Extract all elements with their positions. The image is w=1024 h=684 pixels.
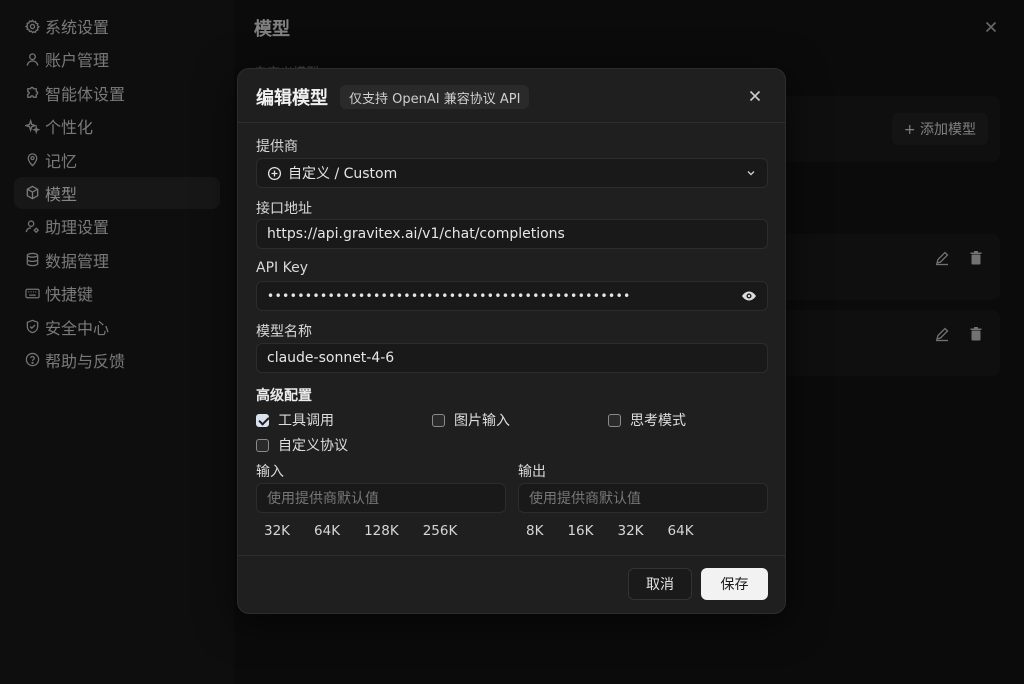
dialog-header: 编辑模型 仅支持 OpenAI 兼容协议 API	[238, 69, 785, 123]
provider-select[interactable]: 自定义 / Custom	[256, 158, 768, 188]
checkbox-label: 图片输入	[454, 413, 510, 429]
input-preset-64k[interactable]: 64K	[307, 521, 347, 541]
output-tokens-label: 输出	[518, 464, 546, 480]
chevron-down-icon	[747, 171, 755, 176]
tool-calling-checkbox[interactable]: 工具调用	[256, 410, 334, 430]
input-tokens-label: 输入	[256, 464, 284, 480]
output-tokens-input[interactable]: 使用提供商默认值	[518, 483, 768, 513]
close-icon[interactable]	[747, 88, 763, 104]
model-name-value: claude-sonnet-4-6	[267, 350, 395, 366]
checkbox-label: 自定义协议	[278, 438, 348, 454]
checkbox-checked[interactable]	[256, 413, 269, 427]
api-key-value: ••••••••••••••••••••••••••••••••••••••••…	[267, 289, 631, 303]
dialog-title: 编辑模型	[256, 88, 328, 109]
image-input-checkbox[interactable]: 图片输入	[432, 410, 510, 430]
endpoint-value: https://api.gravitex.ai/v1/chat/completi…	[267, 226, 565, 242]
checkbox-unchecked[interactable]	[608, 413, 621, 427]
api-key-label: API Key	[256, 260, 308, 276]
checkbox-label: 工具调用	[278, 413, 334, 429]
checkbox-unchecked[interactable]	[256, 438, 269, 452]
eye-icon[interactable]	[741, 288, 757, 304]
api-key-input[interactable]: ••••••••••••••••••••••••••••••••••••••••…	[256, 281, 768, 311]
compat-badge: 仅支持 OpenAI 兼容协议 API	[340, 85, 530, 109]
output-preset-16k[interactable]: 16K	[560, 521, 600, 541]
provider-value: 自定义 / Custom	[288, 166, 398, 182]
input-tokens-input[interactable]: 使用提供商默认值	[256, 483, 506, 513]
input-presets: 32K 64K 128K 256K	[257, 521, 474, 541]
endpoint-label: 接口地址	[256, 201, 312, 217]
model-name-label: 模型名称	[256, 324, 312, 340]
custom-protocol-checkbox[interactable]: 自定义协议	[256, 435, 348, 455]
cancel-button[interactable]: 取消	[628, 568, 692, 600]
plus-circle-icon	[267, 166, 282, 180]
output-preset-8k[interactable]: 8K	[519, 521, 550, 541]
advanced-config-label: 高级配置	[256, 388, 312, 404]
thinking-mode-checkbox[interactable]: 思考模式	[608, 410, 686, 430]
checkbox-unchecked[interactable]	[432, 413, 445, 427]
checkbox-label: 思考模式	[630, 413, 686, 429]
output-presets: 8K 16K 32K 64K	[519, 521, 711, 541]
output-preset-32k[interactable]: 32K	[610, 521, 650, 541]
input-preset-256k[interactable]: 256K	[416, 521, 465, 541]
model-name-input[interactable]: claude-sonnet-4-6	[256, 343, 768, 373]
input-preset-128k[interactable]: 128K	[357, 521, 406, 541]
dialog-footer: 取消 保存	[238, 555, 785, 613]
edit-model-dialog: 编辑模型 仅支持 OpenAI 兼容协议 API 提供商 自定义 / Custo…	[237, 68, 786, 614]
endpoint-input[interactable]: https://api.gravitex.ai/v1/chat/completi…	[256, 219, 768, 249]
save-button[interactable]: 保存	[701, 568, 768, 600]
output-preset-64k[interactable]: 64K	[661, 521, 701, 541]
provider-label: 提供商	[256, 139, 298, 155]
input-preset-32k[interactable]: 32K	[257, 521, 297, 541]
